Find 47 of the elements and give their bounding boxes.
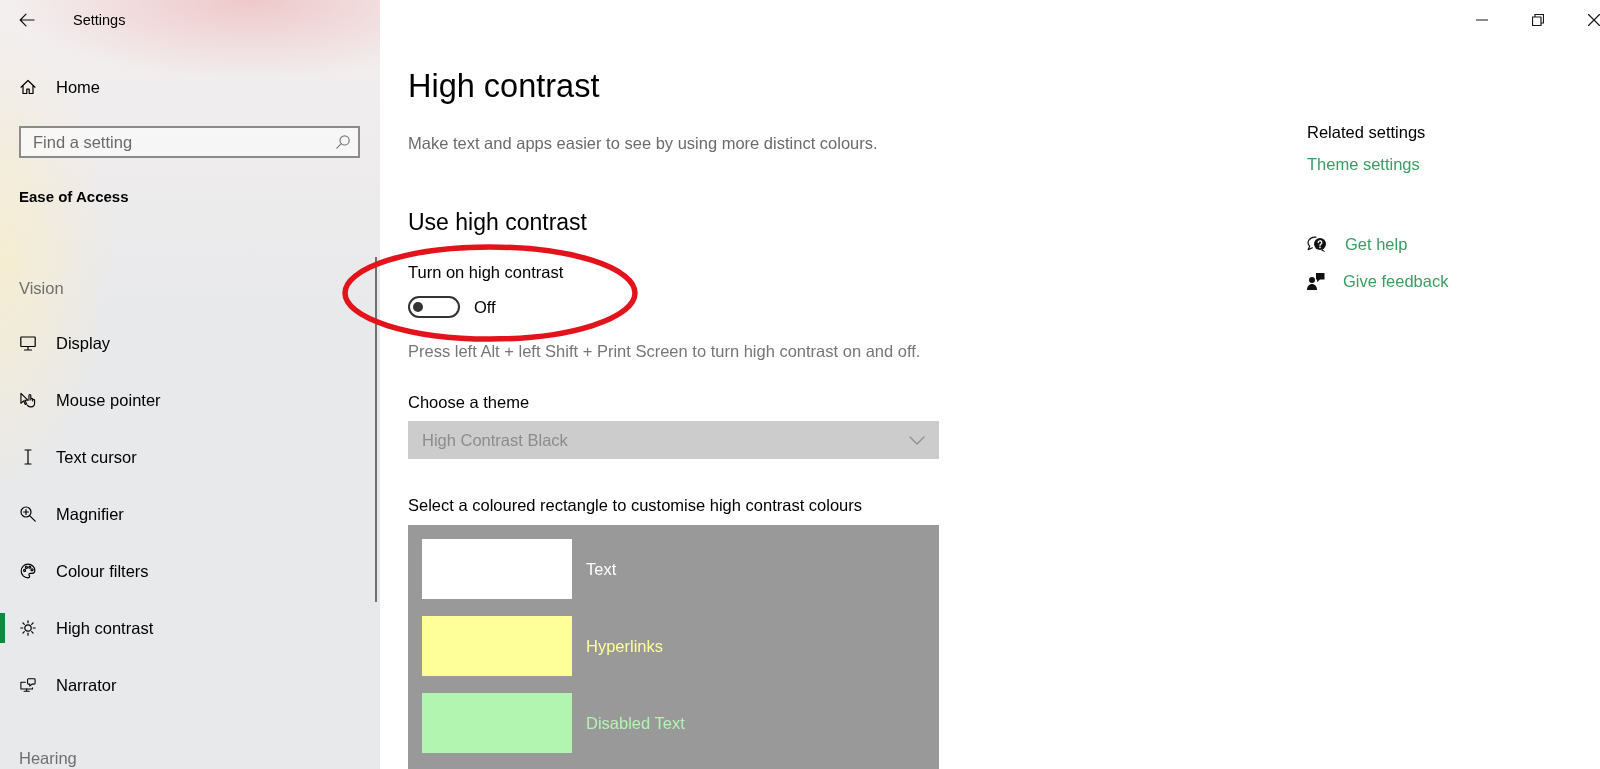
section-heading: Use high contrast: [408, 208, 587, 236]
swatch-label: Text: [586, 559, 617, 579]
page-title: High contrast: [408, 67, 600, 106]
search-icon: [336, 135, 350, 149]
nav-item[interactable]: Display: [0, 328, 370, 358]
nav-item[interactable]: Narrator: [0, 670, 370, 700]
home-icon: [20, 79, 36, 95]
monitor-speech-icon: [20, 677, 36, 693]
toggle-state-label: Off: [474, 297, 496, 317]
monitor-icon: [20, 335, 36, 351]
related-heading: Related settings: [1307, 122, 1426, 142]
home-link[interactable]: Home: [0, 72, 370, 102]
nav-item[interactable]: Magnifier: [0, 499, 370, 529]
colour-swatch[interactable]: [422, 539, 572, 599]
search-field[interactable]: Find a setting: [19, 126, 360, 158]
nav-item[interactable]: Mouse pointer: [0, 385, 370, 415]
theme-label: Choose a theme: [408, 392, 530, 412]
toggle-switch[interactable]: [408, 296, 460, 318]
i-beam-icon: [23, 449, 33, 465]
pointer-hand-icon: [20, 392, 36, 408]
window-title: Settings: [73, 11, 126, 29]
group-heading: Hearing: [19, 748, 77, 768]
palette-icon: [20, 563, 36, 579]
shortcut-hint: Press left Alt + left Shift + Print Screen to turn high contrast on and off.: [408, 341, 921, 361]
nav-item[interactable]: Text cursor: [0, 442, 370, 472]
restore-icon: [1532, 14, 1544, 26]
back-arrow-icon: [19, 13, 35, 27]
colours-label: Select a coloured rectangle to customise high contrast colours: [408, 495, 862, 515]
sun-icon: [20, 620, 36, 636]
toggle-label: Turn on high contrast: [408, 262, 564, 282]
chevron-down-icon: [909, 435, 925, 445]
nav-item[interactable]: Colour filters: [0, 556, 370, 586]
swatch-label: Hyperlinks: [586, 636, 664, 656]
help-bubbles-icon: [1307, 235, 1327, 253]
minimize-icon: [1476, 19, 1488, 21]
swatch-label: Disabled Text: [586, 713, 685, 733]
person-speech-icon: [1307, 272, 1325, 290]
group-heading: Vision: [19, 278, 64, 298]
zoom-in-icon: [20, 506, 36, 522]
nav-item[interactable]: High contrast: [0, 613, 370, 643]
section-title: Ease of Access: [19, 187, 129, 207]
colour-swatch[interactable]: [422, 616, 572, 676]
help-link[interactable]: Get help: [1307, 234, 1408, 254]
scrollbar-thumb[interactable]: [375, 257, 377, 602]
page-description: Make text and apps easier to see by using more distinct colours.: [408, 133, 878, 153]
colour-swatch[interactable]: [422, 693, 572, 753]
close-icon: [1588, 14, 1600, 26]
